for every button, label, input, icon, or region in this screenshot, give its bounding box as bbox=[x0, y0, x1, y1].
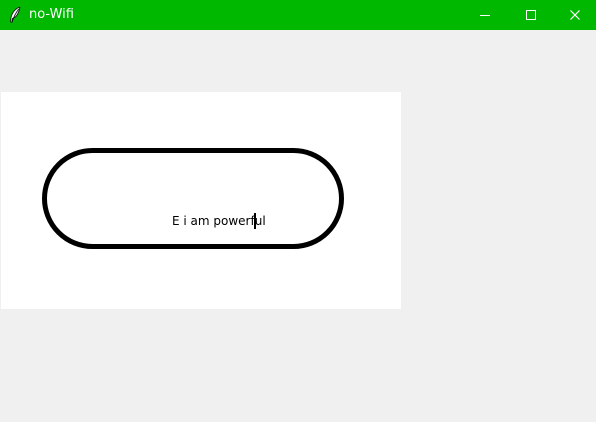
window-title: no-Wifi bbox=[29, 7, 74, 22]
app-window: no-Wifi E i am powerful bbox=[0, 0, 596, 422]
close-icon bbox=[570, 10, 580, 20]
pill-outline-shape bbox=[42, 148, 344, 249]
pill-text-entry[interactable]: E i am powerful bbox=[172, 214, 266, 228]
close-button[interactable] bbox=[552, 0, 596, 30]
drawing-canvas: E i am powerful bbox=[1, 92, 401, 309]
maximize-icon bbox=[526, 10, 536, 20]
maximize-button[interactable] bbox=[508, 0, 554, 30]
feather-icon bbox=[10, 6, 21, 23]
minimize-icon bbox=[480, 15, 490, 16]
minimize-button[interactable] bbox=[462, 0, 508, 30]
text-cursor bbox=[254, 213, 256, 229]
title-bar[interactable]: no-Wifi bbox=[0, 0, 596, 30]
